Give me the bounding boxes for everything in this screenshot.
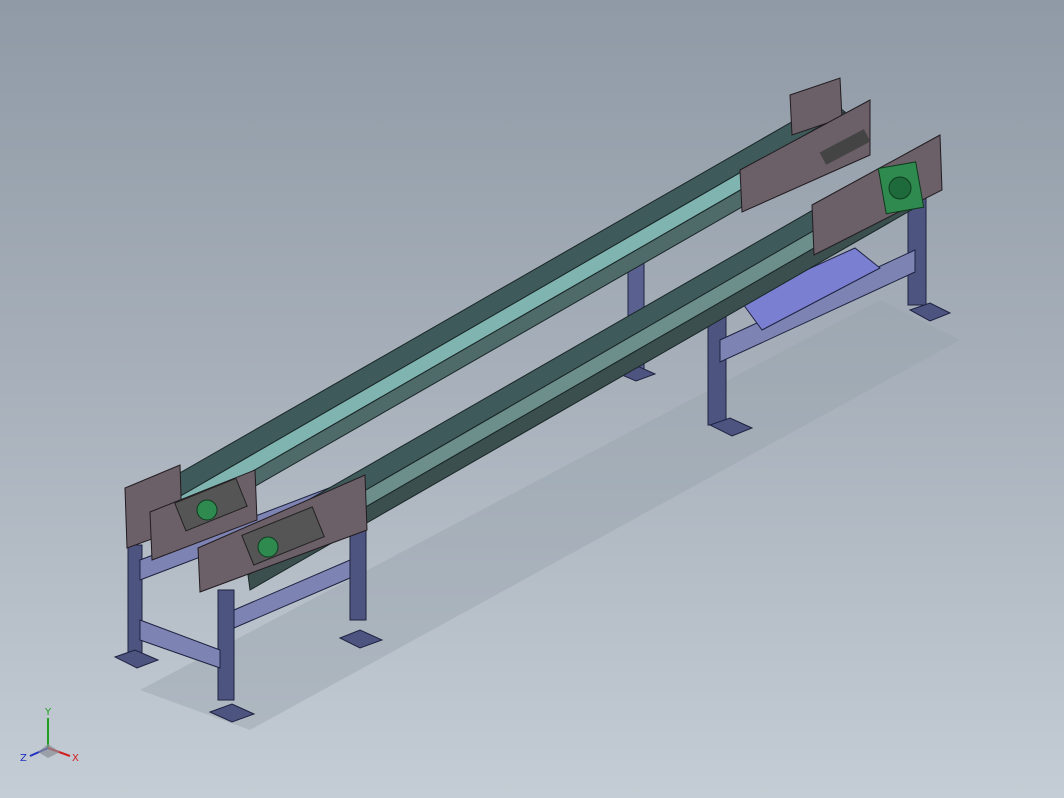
graphics-viewport[interactable]: Y X Z bbox=[0, 0, 1064, 798]
y-axis-label: Y bbox=[44, 707, 52, 718]
z-axis-label: Z bbox=[20, 753, 27, 764]
leg-post bbox=[907, 194, 927, 306]
triad-base-icon bbox=[38, 744, 60, 758]
foot-plate bbox=[113, 649, 160, 669]
coordinate-triad: Y X Z bbox=[18, 704, 88, 774]
x-axis-label: X bbox=[72, 753, 79, 764]
conveyor-assembly-model[interactable] bbox=[0, 0, 1064, 798]
coordinate-triad-icon: Y X Z bbox=[20, 707, 79, 764]
bearing-icon bbox=[196, 499, 218, 521]
bearing-icon bbox=[257, 536, 279, 558]
bearing-icon bbox=[888, 176, 912, 200]
leg-post bbox=[217, 589, 235, 701]
